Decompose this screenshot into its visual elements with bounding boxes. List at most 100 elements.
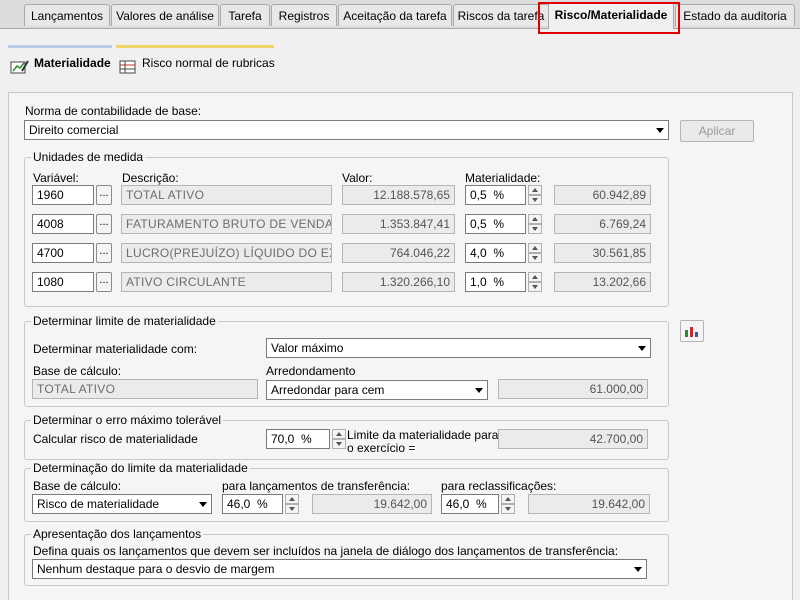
chevron-down-icon xyxy=(199,502,207,507)
variavel-input[interactable]: 4008 xyxy=(32,214,94,234)
subtab-risco-normal-de-rubricas[interactable]: Risco normal de rubricas xyxy=(116,45,275,75)
apresentacao-desc: Defina quais os lançamentos que devem se… xyxy=(33,544,619,558)
chevron-down-icon xyxy=(656,128,664,133)
spin-up-icon[interactable] xyxy=(528,243,542,253)
spin-up-icon[interactable] xyxy=(332,429,346,439)
tab-riscos-da-tarefa[interactable]: Riscos da tarefa xyxy=(453,4,549,26)
spin-up-icon[interactable] xyxy=(528,214,542,224)
reclass-result: 19.642,00 xyxy=(528,494,650,514)
pencil-chart-icon xyxy=(10,53,30,74)
pct-unit: % xyxy=(257,497,268,511)
norma-select-value: Direito comercial xyxy=(29,123,119,137)
variavel-input[interactable]: 1960 xyxy=(32,185,94,205)
col-variavel: Variável: xyxy=(33,171,79,185)
det-base-select[interactable]: Risco de materialidade xyxy=(32,494,212,514)
browse-button[interactable]: ... xyxy=(96,243,112,263)
pct-unit: % xyxy=(493,217,505,231)
pct-spinner[interactable] xyxy=(528,243,542,263)
erro-pct-input[interactable]: 70,0 % xyxy=(266,429,330,449)
det-materialidade-select[interactable]: Valor máximo xyxy=(266,338,651,358)
transf-pct-input[interactable]: 46,0 % xyxy=(222,494,283,514)
limite-title: Determinar limite de materialidade xyxy=(31,314,218,328)
spin-up-icon[interactable] xyxy=(501,494,515,504)
materialidade-result: 30.561,85 xyxy=(554,243,651,263)
pct-unit: % xyxy=(493,246,505,260)
spin-down-icon[interactable] xyxy=(528,282,542,292)
materialidade-pct-input[interactable]: 1,0 % xyxy=(465,272,526,292)
spin-down-icon[interactable] xyxy=(285,504,299,514)
apresentacao-value: Nenhum destaque para o desvio de margem xyxy=(37,562,275,576)
subtab-materialidade-label: Materialidade xyxy=(34,56,111,70)
limite-exercicio-label: Limite da materialidade para o exercício… xyxy=(347,429,498,455)
transf-label: para lançamentos de transferência: xyxy=(222,479,411,493)
spin-down-icon[interactable] xyxy=(528,253,542,263)
pct-value: 1,0 xyxy=(470,275,487,289)
pct-spinner[interactable] xyxy=(285,494,299,514)
pct-spinner[interactable] xyxy=(501,494,515,514)
pct-spinner[interactable] xyxy=(528,214,542,234)
det-base-label: Base de cálculo: xyxy=(33,479,122,493)
materialidade-pct-input[interactable]: 4,0 % xyxy=(465,243,526,263)
browse-button[interactable]: ... xyxy=(96,214,112,234)
arredondamento-value: Arredondar para cem xyxy=(271,383,385,397)
chevron-down-icon xyxy=(475,388,483,393)
tab-risco-materialidade[interactable]: Risco/Materialidade xyxy=(548,2,674,29)
descricao-field: TOTAL ATIVO xyxy=(121,185,332,205)
apply-button[interactable]: Aplicar xyxy=(680,120,754,142)
variavel-input[interactable]: 1080 xyxy=(32,272,94,292)
pct-value: 46,0 xyxy=(227,497,251,511)
pct-unit: % xyxy=(493,188,505,202)
pct-value: 0,5 xyxy=(470,217,487,231)
transf-result: 19.642,00 xyxy=(312,494,432,514)
browse-button[interactable]: ... xyxy=(96,272,112,292)
chart-settings-button[interactable] xyxy=(680,320,704,342)
tab-bar: Lançamentos Valores de análise Tarefa Re… xyxy=(0,0,800,29)
apresentacao-select[interactable]: Nenhum destaque para o desvio de margem xyxy=(32,559,647,579)
tab-registros[interactable]: Registros xyxy=(271,4,337,26)
pct-spinner[interactable] xyxy=(528,272,542,292)
tab-aceitacao-da-tarefa[interactable]: Aceitação da tarefa xyxy=(338,4,452,26)
materialidade-pct-input[interactable]: 0,5 % xyxy=(465,185,526,205)
limite-exercicio-line2: o exercício = xyxy=(347,441,416,455)
tab-lancamentos[interactable]: Lançamentos xyxy=(24,4,110,26)
chart-icon xyxy=(684,324,700,341)
col-descricao: Descrição: xyxy=(122,171,179,185)
materialidade-pct-input[interactable]: 0,5 % xyxy=(465,214,526,234)
spin-up-icon[interactable] xyxy=(528,185,542,195)
spin-down-icon[interactable] xyxy=(501,504,515,514)
spin-down-icon[interactable] xyxy=(528,195,542,205)
erro-title: Determinar o erro máximo tolerável xyxy=(31,413,224,427)
tab-estado-da-auditoria[interactable]: Estado da auditoria xyxy=(675,4,795,26)
pct-value: 70,0 xyxy=(271,432,295,446)
variavel-input[interactable]: 4700 xyxy=(32,243,94,263)
materialidade-result: 6.769,24 xyxy=(554,214,651,234)
arredondamento-select[interactable]: Arredondar para cem xyxy=(266,380,488,400)
spin-down-icon[interactable] xyxy=(528,224,542,234)
subtab-risco-label: Risco normal de rubricas xyxy=(142,56,275,70)
det-base-value: Risco de materialidade xyxy=(37,497,160,511)
erro-result: 42.700,00 xyxy=(498,429,648,449)
spin-down-icon[interactable] xyxy=(332,439,346,449)
pct-spinner[interactable] xyxy=(332,429,346,449)
norma-select[interactable]: Direito comercial xyxy=(24,120,669,140)
apresentacao-title: Apresentação dos lançamentos xyxy=(31,527,204,541)
pct-spinner[interactable] xyxy=(528,185,542,205)
subtab-materialidade[interactable]: Materialidade xyxy=(8,45,112,75)
pct-value: 0,5 xyxy=(470,188,487,202)
descricao-field: ATIVO CIRCULANTE xyxy=(121,272,332,292)
pct-value: 4,0 xyxy=(470,246,487,260)
valor-field: 764.046,22 xyxy=(342,243,455,263)
pct-unit: % xyxy=(493,275,505,289)
reclass-pct-input[interactable]: 46,0 % xyxy=(441,494,499,514)
tab-valores-de-analise[interactable]: Valores de análise xyxy=(111,4,219,26)
calc-risco-label: Calcular risco de materialidade xyxy=(33,432,198,446)
descricao-field: FATURAMENTO BRUTO DE VENDA DE I xyxy=(121,214,332,234)
base-calculo-label: Base de cálculo: xyxy=(33,364,122,378)
spin-up-icon[interactable] xyxy=(528,272,542,282)
tab-tarefa[interactable]: Tarefa xyxy=(220,4,270,26)
pct-unit: % xyxy=(476,497,487,511)
spin-up-icon[interactable] xyxy=(285,494,299,504)
browse-button[interactable]: ... xyxy=(96,185,112,205)
det-materialidade-value: Valor máximo xyxy=(271,341,344,355)
arredondamento-label: Arredondamento xyxy=(266,364,356,378)
